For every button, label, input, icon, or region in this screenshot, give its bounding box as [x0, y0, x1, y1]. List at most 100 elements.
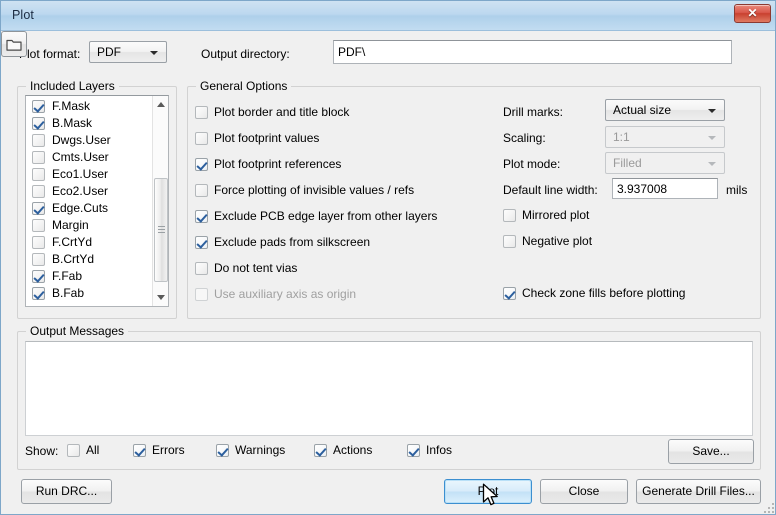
- line-width-units-label: mils: [726, 183, 748, 197]
- layer-row[interactable]: F.Mask: [26, 98, 154, 115]
- layer-row[interactable]: Cmts.User: [26, 149, 154, 166]
- drill-marks-label: Drill marks:: [503, 105, 563, 119]
- layer-label: B.CrtYd: [52, 252, 95, 266]
- plot-format-label: Plot format:: [19, 47, 81, 61]
- checkbox-box: [503, 235, 516, 248]
- negative-plot-label: Negative plot: [522, 234, 593, 248]
- output-filter-label: Infos: [426, 443, 453, 457]
- check-zone-fills-label: Check zone fills before plotting: [522, 286, 686, 300]
- layer-row[interactable]: F.CrtYd: [26, 234, 154, 251]
- layer-label: B.Mask: [52, 116, 93, 130]
- general-option-label: Exclude PCB edge layer from other layers: [214, 209, 438, 223]
- output-directory-label: Output directory:: [201, 47, 290, 61]
- plot-mode-combo[interactable]: Filled: [605, 152, 725, 174]
- checkbox-box: [195, 288, 208, 301]
- checkbox-box: [216, 444, 229, 457]
- layer-row[interactable]: F.Fab: [26, 268, 154, 285]
- checkbox-box: [195, 106, 208, 119]
- layer-row[interactable]: B.Mask: [26, 115, 154, 132]
- layer-checkbox[interactable]: [32, 253, 45, 266]
- layer-checkbox[interactable]: [32, 185, 45, 198]
- layer-label: Edge.Cuts: [52, 201, 109, 215]
- layer-label: Margin: [52, 218, 89, 232]
- layer-row[interactable]: Margin: [26, 217, 154, 234]
- scrollbar-grip-icon: [158, 226, 165, 234]
- layer-label: F.Mask: [52, 99, 91, 113]
- scroll-down-button[interactable]: [153, 289, 168, 306]
- checkbox-box: [133, 444, 146, 457]
- title-bar: Plot ✕: [1, 1, 775, 31]
- checkbox-box: [503, 209, 516, 222]
- output-filter-label: Errors: [152, 443, 185, 457]
- checkbox-box: [195, 158, 208, 171]
- general-option-label: Use auxiliary axis as origin: [214, 287, 357, 301]
- chevron-down-icon: [708, 162, 716, 166]
- generate-drill-files-button[interactable]: Generate Drill Files...: [636, 479, 761, 504]
- resize-grip[interactable]: [762, 501, 774, 513]
- layer-label: Dwgs.User: [52, 133, 111, 147]
- layer-checkbox[interactable]: [32, 287, 45, 300]
- layer-row[interactable]: Edge.Cuts: [26, 200, 154, 217]
- general-option-label: Force plotting of invisible values / ref…: [214, 183, 415, 197]
- general-option-label: Plot border and title block: [214, 105, 350, 119]
- save-button[interactable]: Save...: [668, 439, 754, 464]
- scaling-value: 1:1: [613, 130, 630, 144]
- plot-format-combo[interactable]: PDF: [89, 41, 167, 63]
- chevron-down-icon: [708, 109, 716, 113]
- layer-checkbox[interactable]: [32, 270, 45, 283]
- layers-list: F.Mask B.Mask Dwgs.User Cmts.User Eco1.User E…: [26, 98, 154, 302]
- layer-row[interactable]: B.CrtYd: [26, 251, 154, 268]
- default-line-width-input[interactable]: [612, 178, 718, 199]
- checkbox-box: [195, 132, 208, 145]
- layer-checkbox[interactable]: [32, 236, 45, 249]
- layer-checkbox[interactable]: [32, 151, 45, 164]
- plot-mode-value: Filled: [613, 156, 642, 170]
- layer-checkbox[interactable]: [32, 202, 45, 215]
- drill-marks-value: Actual size: [613, 103, 672, 117]
- drill-marks-combo[interactable]: Actual size: [605, 99, 725, 121]
- checkbox-box: [407, 444, 420, 457]
- window-title: Plot: [12, 8, 34, 22]
- layer-label: Eco1.User: [52, 167, 109, 181]
- plot-button[interactable]: Plot: [444, 479, 532, 504]
- scrollbar-thumb[interactable]: [154, 178, 168, 282]
- general-option-label: Plot footprint values: [214, 131, 320, 145]
- output-messages-content: [26, 342, 752, 350]
- checkbox-box: [195, 210, 208, 223]
- checkbox-box: [195, 184, 208, 197]
- show-label: Show:: [25, 444, 59, 458]
- checkbox-box: [314, 444, 327, 457]
- triangle-down-icon: [157, 295, 165, 300]
- plot-format-value: PDF: [97, 45, 121, 59]
- layer-label: Eco2.User: [52, 184, 109, 198]
- included-layers-title: Included Layers: [26, 79, 119, 93]
- output-directory-input[interactable]: [333, 40, 732, 64]
- browse-directory-button[interactable]: [1, 31, 27, 57]
- close-icon: ✕: [747, 6, 758, 20]
- dialog-body: Plot format: PDF Output directory: Inclu…: [1, 31, 775, 514]
- layers-listbox[interactable]: F.Mask B.Mask Dwgs.User Cmts.User Eco1.User E…: [25, 95, 169, 307]
- layer-checkbox[interactable]: [32, 100, 45, 113]
- layer-row[interactable]: Eco1.User: [26, 166, 154, 183]
- layer-checkbox[interactable]: [32, 168, 45, 181]
- layers-scrollbar[interactable]: [152, 96, 168, 306]
- close-button-footer[interactable]: Close: [540, 479, 628, 504]
- layer-row[interactable]: Dwgs.User: [26, 132, 154, 149]
- general-options-title: General Options: [196, 79, 292, 93]
- run-drc-button[interactable]: Run DRC...: [21, 479, 112, 504]
- scroll-up-button[interactable]: [153, 96, 168, 113]
- layer-checkbox[interactable]: [32, 219, 45, 232]
- scaling-combo[interactable]: 1:1: [605, 126, 725, 148]
- triangle-up-icon: [157, 102, 165, 107]
- general-option-label: Exclude pads from silkscreen: [214, 235, 371, 249]
- layer-row[interactable]: Eco2.User: [26, 183, 154, 200]
- layer-row[interactable]: B.Fab: [26, 285, 154, 302]
- checkbox-box: [195, 236, 208, 249]
- output-filter-label: Warnings: [235, 443, 286, 457]
- close-button[interactable]: ✕: [734, 4, 771, 23]
- layer-checkbox[interactable]: [32, 117, 45, 130]
- layer-checkbox[interactable]: [32, 134, 45, 147]
- output-messages-textarea[interactable]: [25, 341, 753, 436]
- mirrored-plot-label: Mirrored plot: [522, 208, 590, 222]
- output-filter-label: All: [86, 443, 100, 457]
